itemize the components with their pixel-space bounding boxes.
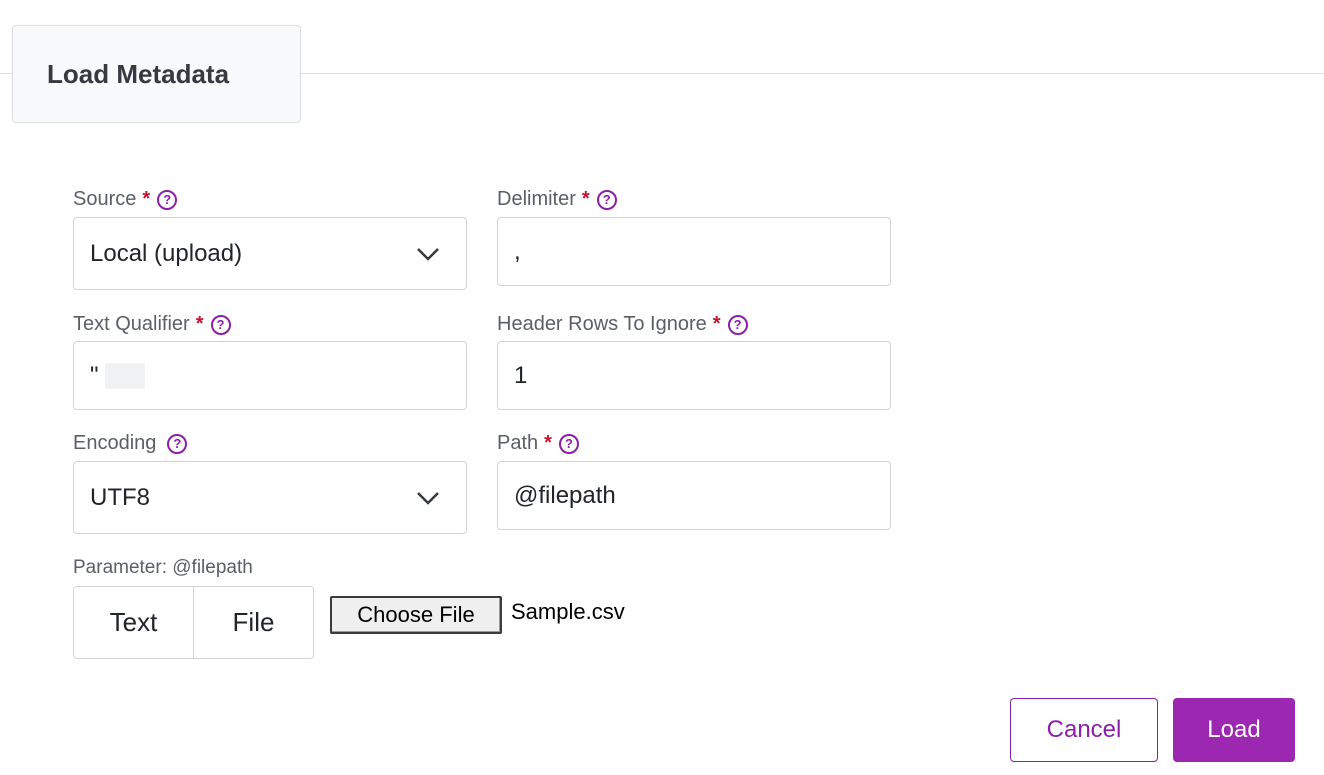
- chevron-down-icon: [417, 491, 439, 505]
- source-label: Source * ?: [73, 188, 178, 211]
- selected-file-name: Sample.csv: [511, 599, 625, 624]
- encoding-label: Encoding ?: [73, 432, 188, 455]
- question-circle-icon[interactable]: ?: [210, 314, 231, 335]
- source-value: Local (upload): [90, 239, 243, 267]
- question-circle-icon[interactable]: ?: [558, 433, 579, 454]
- path-label: Path * ?: [497, 432, 579, 455]
- question-circle-icon[interactable]: ?: [727, 314, 748, 335]
- required-marker: *: [712, 313, 721, 335]
- parameter-type-toggle: Text File: [73, 586, 314, 659]
- chevron-down-icon: [417, 247, 439, 261]
- path-value: @filepath: [514, 481, 616, 509]
- header-rows-label: Header Rows To Ignore * ?: [497, 313, 748, 336]
- header-rows-value: 1: [514, 361, 528, 389]
- delimiter-input[interactable]: ,: [497, 217, 891, 286]
- encoding-select[interactable]: UTF8: [73, 461, 467, 534]
- required-marker: *: [581, 188, 590, 210]
- required-marker: *: [142, 188, 151, 210]
- question-circle-icon[interactable]: ?: [167, 433, 188, 454]
- delimiter-value: ,: [514, 237, 521, 265]
- path-input[interactable]: @filepath: [497, 461, 891, 530]
- choose-file-button[interactable]: Choose File: [330, 596, 502, 634]
- parameter-label: Parameter: @filepath: [73, 557, 253, 578]
- tab-bar: Load Metadata: [0, 0, 1324, 130]
- redacted-area: [104, 362, 145, 389]
- tab-load-metadata[interactable]: Load Metadata: [12, 25, 301, 123]
- required-marker: *: [195, 313, 204, 335]
- encoding-value: UTF8: [90, 483, 150, 511]
- segment-text[interactable]: Text: [74, 587, 193, 658]
- text-qualifier-value: ": [90, 361, 99, 389]
- tab-title: Load Metadata: [47, 58, 230, 89]
- text-qualifier-input[interactable]: ": [73, 341, 467, 410]
- question-circle-icon[interactable]: ?: [596, 189, 617, 210]
- segment-file[interactable]: File: [193, 587, 313, 658]
- header-rows-input[interactable]: 1: [497, 341, 891, 410]
- text-qualifier-label: Text Qualifier * ?: [73, 313, 231, 336]
- source-select[interactable]: Local (upload): [73, 217, 467, 290]
- cancel-button[interactable]: Cancel: [1010, 698, 1158, 762]
- delimiter-label: Delimiter * ?: [497, 188, 617, 211]
- required-marker: *: [544, 432, 552, 454]
- question-circle-icon[interactable]: ?: [157, 189, 178, 210]
- load-button[interactable]: Load: [1173, 698, 1295, 762]
